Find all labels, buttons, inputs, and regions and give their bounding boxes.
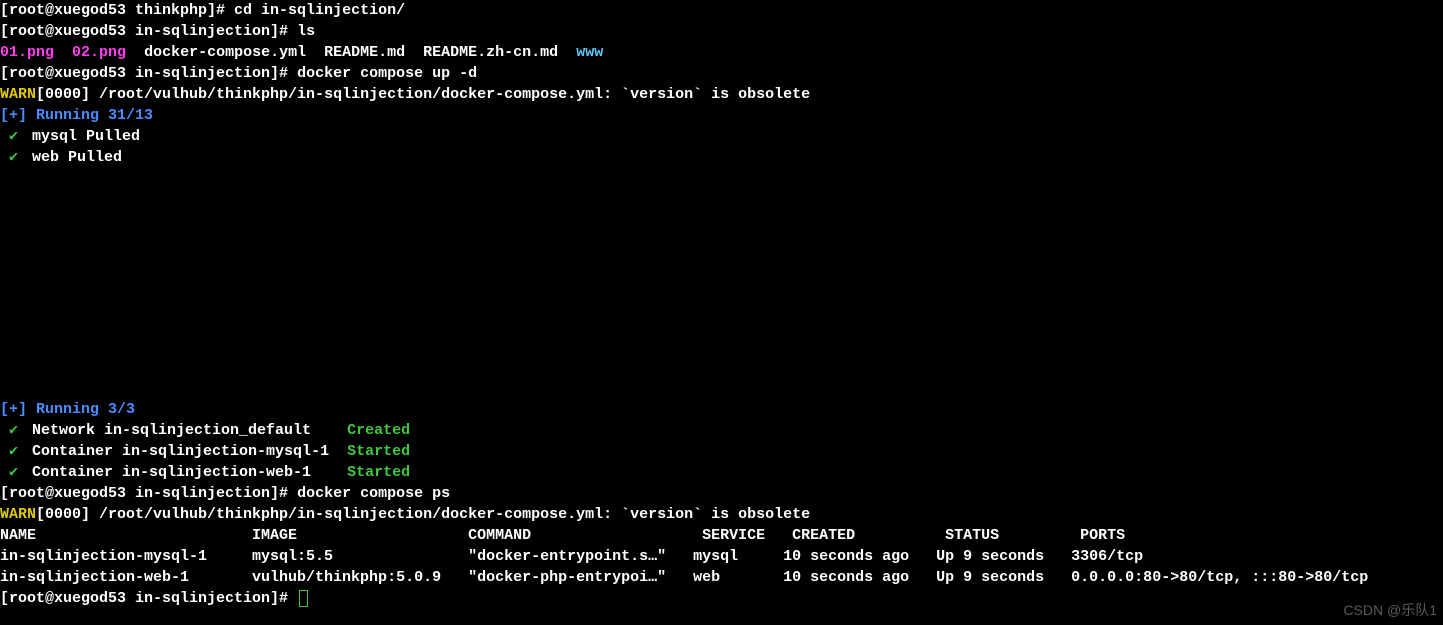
blank: [0, 252, 1443, 273]
blank: [0, 168, 1443, 189]
check-icon: ✔: [9, 441, 23, 462]
blank: [0, 336, 1443, 357]
status-line: ✔ Network in-sqlinjection_default Create…: [0, 420, 1443, 441]
check-icon: ✔: [9, 462, 23, 483]
pull-line: ✔ web Pulled: [0, 147, 1443, 168]
blank: [0, 273, 1443, 294]
watermark: CSDN @乐队1: [1343, 600, 1437, 621]
ls-output: 01.png 02.png docker-compose.yml README.…: [0, 42, 1443, 63]
cmd-line: [root@xuegod53 thinkphp]# cd in-sqlinjec…: [0, 0, 1443, 21]
status-line: ✔ Container in-sqlinjection-web-1 Starte…: [0, 462, 1443, 483]
blank: [0, 315, 1443, 336]
blank: [0, 231, 1443, 252]
running-status: [+] Running 31/13: [0, 105, 1443, 126]
table-row: in-sqlinjection-web-1 vulhub/thinkphp:5.…: [0, 567, 1443, 588]
blank: [0, 357, 1443, 378]
pull-line: ✔ mysql Pulled: [0, 126, 1443, 147]
table-row: in-sqlinjection-mysql-1 mysql:5.5 "docke…: [0, 546, 1443, 567]
blank: [0, 294, 1443, 315]
table-header: NAME IMAGE COMMAND SERVICE CREATED STATU…: [0, 525, 1443, 546]
check-icon: ✔: [9, 420, 23, 441]
running-status: [+] Running 3/3: [0, 399, 1443, 420]
status-line: ✔ Container in-sqlinjection-mysql-1 Star…: [0, 441, 1443, 462]
check-icon: ✔: [9, 147, 23, 168]
terminal-output: [root@xuegod53 thinkphp]# cd in-sqlinjec…: [0, 0, 1443, 609]
warn-line: WARN[0000] /root/vulhub/thinkphp/in-sqli…: [0, 84, 1443, 105]
cmd-line: [root@xuegod53 in-sqlinjection]# docker …: [0, 63, 1443, 84]
cursor-icon: [299, 590, 308, 607]
warn-line: WARN[0000] /root/vulhub/thinkphp/in-sqli…: [0, 504, 1443, 525]
cmd-line: [root@xuegod53 in-sqlinjection]# docker …: [0, 483, 1443, 504]
cmd-line: [root@xuegod53 in-sqlinjection]# ls: [0, 21, 1443, 42]
blank: [0, 189, 1443, 210]
check-icon: ✔: [9, 126, 23, 147]
blank: [0, 210, 1443, 231]
prompt-line[interactable]: [root@xuegod53 in-sqlinjection]#: [0, 588, 1443, 609]
blank: [0, 378, 1443, 399]
